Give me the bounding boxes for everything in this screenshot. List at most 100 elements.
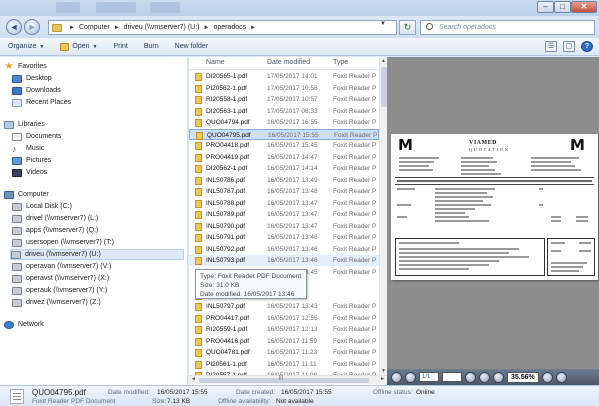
- address-dropdown-icon[interactable]: ▼: [380, 21, 386, 27]
- nav-desktop[interactable]: Desktop: [12, 73, 52, 84]
- breadcrumb-driveu[interactable]: driveu (\\vmserver7) (U:): [124, 24, 200, 31]
- file-row[interactable]: QUO04794.pdf 16/05/2017 16:55 Foxit Reader…: [189, 117, 379, 128]
- file-row[interactable]: INL50797.pdf 16/05/2017 13:43 Foxit Reader…: [189, 301, 379, 312]
- scroll-right-icon[interactable]: ►: [380, 376, 385, 382]
- minimize-button[interactable]: –: [537, 1, 554, 13]
- breadcrumb-operadocs[interactable]: operadocs: [213, 24, 246, 31]
- nav-local-disk[interactable]: Local Disk (C:): [12, 201, 72, 212]
- new-folder-button[interactable]: New folder: [167, 43, 216, 50]
- file-row[interactable]: PI20562-1.pdf 17/05/2017 10:58 Foxit Reade…: [189, 83, 379, 94]
- print-button[interactable]: Print: [105, 43, 135, 50]
- column-header-type[interactable]: Type: [333, 57, 379, 69]
- scroll-down-icon[interactable]: ▼: [381, 368, 386, 374]
- hscroll-thumb[interactable]: [199, 378, 369, 383]
- page-jump-field[interactable]: [442, 372, 462, 382]
- maximize-button[interactable]: □: [554, 1, 571, 13]
- nav-music[interactable]: ♪ Music: [12, 143, 44, 154]
- file-list-vscrollbar[interactable]: ▲ ▼: [379, 57, 387, 375]
- nav-driveu[interactable]: driveu (\\vmserver7) (U:): [10, 249, 184, 260]
- next-page-icon[interactable]: [465, 371, 476, 383]
- breadcrumb-computer[interactable]: Computer: [79, 24, 110, 31]
- file-row[interactable]: INL50786.pdf 16/05/2017 13:49 Foxit Reader…: [189, 175, 379, 186]
- file-row[interactable]: PRO04418.pdf 16/05/2017 15:45 Foxit Reader…: [189, 140, 379, 151]
- nav-network[interactable]: Network: [4, 319, 44, 330]
- nav-operauk[interactable]: operauk (\\vmserver7) (Y:): [12, 285, 107, 296]
- documents-icon: [12, 132, 22, 141]
- nav-drivez[interactable]: drivez (\\vmserver7) (Z:): [12, 297, 101, 308]
- file-row[interactable]: PRO04417.pdf 16/05/2017 12:55 Foxit Reader…: [189, 313, 379, 324]
- change-view-icon[interactable]: ☰: [545, 41, 557, 52]
- nav-recent-places[interactable]: Recent Places: [12, 97, 71, 108]
- pdf-text-line: [397, 188, 415, 190]
- details-modified-value: 16/05/2017 15:55: [157, 389, 208, 396]
- organize-button[interactable]: Organize ▼: [0, 43, 52, 50]
- file-name: PI20561-1.pdf: [206, 360, 247, 368]
- file-row[interactable]: INL50792.pdf 16/05/2017 13:46 Foxit Reader…: [189, 244, 379, 255]
- breadcrumb-separator[interactable]: ►: [203, 25, 209, 31]
- search-input[interactable]: Search operadocs: [420, 20, 595, 35]
- file-row[interactable]: INL50789.pdf 16/05/2017 13:47 Foxit Reader…: [189, 209, 379, 220]
- column-header-name[interactable]: Name: [206, 57, 266, 69]
- file-row[interactable]: DI20563-1.pdf 17/05/2017 08:33 Foxit Reade…: [189, 106, 379, 117]
- nav-drivel[interactable]: drivel (\\vmserver7) (L:): [12, 213, 98, 224]
- scroll-up-icon[interactable]: ▲: [381, 58, 386, 64]
- back-button[interactable]: ◄: [6, 19, 22, 35]
- nav-pictures[interactable]: Pictures: [12, 155, 51, 166]
- nav-usersopen[interactable]: usersopen (\\vmserver7) (T:): [12, 237, 114, 248]
- open-button[interactable]: Open ▼: [52, 42, 105, 51]
- file-list-hscrollbar[interactable]: ◄ ||| ►: [189, 375, 387, 384]
- burn-button[interactable]: Burn: [136, 43, 167, 50]
- nav-favorites[interactable]: ★ Favorites: [4, 61, 47, 72]
- nav-label: Computer: [18, 191, 49, 198]
- page-number-field[interactable]: 1/1: [419, 372, 439, 382]
- previous-page-icon[interactable]: [405, 371, 416, 383]
- file-row[interactable]: RI20559-1.pdf 16/05/2017 12:13 Foxit Reade…: [189, 324, 379, 335]
- zoom-field[interactable]: 35.56%: [507, 371, 539, 383]
- file-row[interactable]: DI20565-1.pdf 17/05/2017 14:01 Foxit Reade…: [189, 71, 379, 82]
- file-row[interactable]: INL50788.pdf 16/05/2017 13:47 Foxit Reader…: [189, 198, 379, 209]
- scroll-left-icon[interactable]: ◄: [191, 376, 196, 382]
- details-modified-label: Date modified:: [108, 389, 150, 396]
- file-row[interactable]: INL50790.pdf 16/05/2017 13:47 Foxit Reader…: [189, 221, 379, 232]
- file-type: Foxit Reader P: [333, 176, 377, 184]
- file-row[interactable]: INL50787.pdf 16/05/2017 13:48 Foxit Reader…: [189, 186, 379, 197]
- nav-label: Videos: [26, 169, 48, 176]
- column-header-date[interactable]: Date modified: [267, 57, 329, 69]
- breadcrumb-separator[interactable]: ►: [114, 25, 120, 31]
- nav-downloads[interactable]: Downloads: [12, 85, 61, 96]
- file-row[interactable]: INL50793.pdf 16/05/2017 13:46 Foxit Reader…: [189, 255, 379, 266]
- file-row[interactable]: QUO04781.pdf 16/05/2017 11:23 Foxit Reader…: [189, 347, 379, 358]
- nav-operavst[interactable]: operavst (\\vmserver7) (X:): [12, 273, 109, 284]
- file-row[interactable]: RI20558-1.pdf 17/05/2017 10:57 Foxit Reade…: [189, 94, 379, 105]
- file-row[interactable]: INL50791.pdf 16/05/2017 13:46 Foxit Reader…: [189, 232, 379, 243]
- file-type: Foxit Reader P: [333, 165, 377, 172]
- file-row[interactable]: PRO04419.pdf 16/05/2017 14:47 Foxit Reader…: [189, 152, 379, 163]
- file-row[interactable]: PRO04416.pdf 16/05/2017 11:59 Foxit Reader…: [189, 336, 379, 347]
- file-row[interactable]: QUO04795.pdf 16/05/2017 15:55 Foxit Reader…: [189, 128, 379, 140]
- first-page-icon[interactable]: [391, 371, 402, 383]
- forward-button[interactable]: ►: [24, 19, 40, 35]
- nav-label: Pictures: [26, 157, 52, 164]
- pdf-rule: [395, 177, 594, 178]
- nav-computer[interactable]: Computer: [4, 189, 49, 200]
- nav-libraries[interactable]: Libraries: [4, 119, 45, 130]
- address-bar[interactable]: ► Computer ► driveu (\\vmserver7) (U:) ►…: [48, 20, 397, 35]
- file-name: INL50788.pdf: [206, 199, 246, 207]
- pdf-file-icon: [195, 326, 202, 334]
- last-page-icon[interactable]: [479, 371, 490, 383]
- breadcrumb-separator[interactable]: ►: [250, 25, 256, 31]
- file-row[interactable]: DI20562-1.pdf 16/05/2017 14:14 Foxit Reade…: [189, 163, 379, 174]
- preview-pane-icon[interactable]: ▢: [563, 41, 575, 52]
- zoom-in-icon[interactable]: [541, 371, 553, 383]
- refresh-button[interactable]: ↻: [399, 20, 416, 35]
- nav-operavan[interactable]: operavan (\\vmserver7) (V:): [12, 261, 111, 272]
- nav-documents[interactable]: Documents: [12, 131, 61, 142]
- nav-apps[interactable]: apps (\\vmserver7) (Q:): [12, 225, 98, 236]
- help-icon[interactable]: ?: [581, 41, 593, 52]
- zoom-out-icon[interactable]: [493, 371, 504, 383]
- nav-videos[interactable]: Videos: [12, 167, 47, 178]
- close-button[interactable]: ✕: [571, 1, 597, 13]
- fit-page-icon[interactable]: [555, 371, 567, 383]
- file-row[interactable]: PI20561-1.pdf 16/05/2017 11:11 Foxit Reade…: [189, 359, 379, 370]
- preview-pane: M M VIAMED QUOTATION: [387, 57, 599, 385]
